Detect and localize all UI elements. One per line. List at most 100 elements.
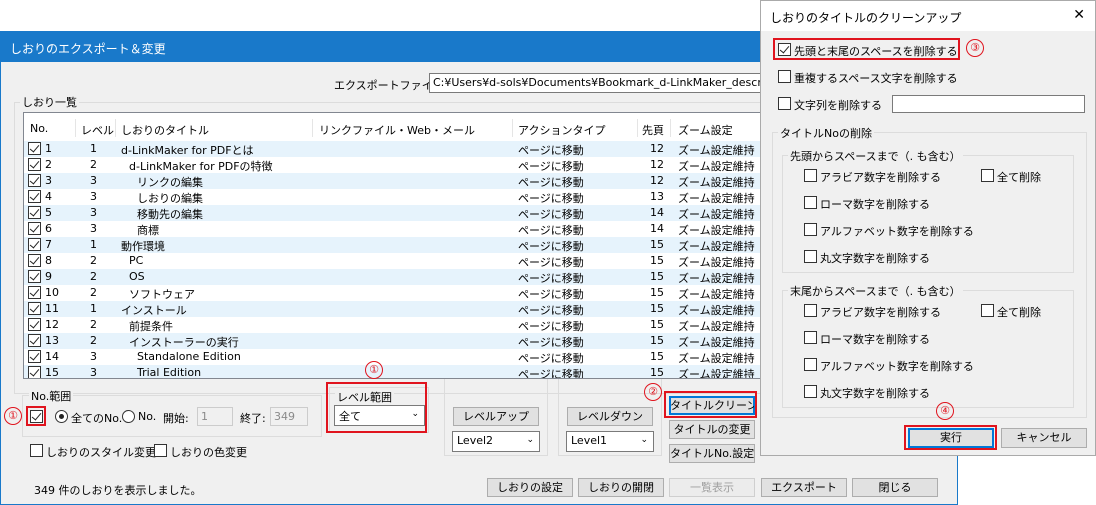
- tail-circled-label: 丸文字数字を削除する: [820, 387, 930, 400]
- bookmark-settings-button[interactable]: しおりの設定: [487, 478, 573, 497]
- remove-string-checkbox[interactable]: [778, 97, 791, 110]
- cell-zoom: ズーム設定維持: [678, 144, 755, 157]
- row-checkbox[interactable]: [28, 366, 41, 378]
- cell-action: ページに移動: [518, 272, 584, 285]
- table-row[interactable]: 12 2 前提条件 ページに移動 15 ズーム設定維持: [24, 317, 767, 333]
- row-checkbox[interactable]: [28, 254, 41, 267]
- row-checkbox[interactable]: [28, 190, 41, 203]
- table-row[interactable]: 9 2 OS ページに移動 15 ズーム設定維持: [24, 269, 767, 285]
- table-row[interactable]: 2 2 d-LinkMaker for PDFの特徴 ページに移動 12 ズーム設定維持: [24, 157, 767, 173]
- cell-level: 3: [90, 350, 97, 363]
- table-row[interactable]: 13 2 インストーラーの実行 ページに移動 15 ズーム設定維持: [24, 333, 767, 349]
- col-header-zoom[interactable]: ズーム設定: [678, 122, 733, 138]
- row-checkbox[interactable]: [28, 142, 41, 155]
- level-down-select[interactable]: Level1 ⌄: [566, 431, 654, 452]
- cell-level: 2: [90, 318, 97, 331]
- color-change-checkbox[interactable]: [154, 444, 167, 457]
- title-change-button[interactable]: タイトルの変更: [669, 420, 755, 439]
- row-checkbox[interactable]: [28, 286, 41, 299]
- tail-alpha-checkbox[interactable]: [804, 358, 817, 371]
- cell-action: ページに移動: [518, 160, 584, 173]
- cancel-button[interactable]: キャンセル: [1001, 428, 1087, 448]
- col-header-level[interactable]: レベル: [81, 122, 114, 138]
- annotation-marker-1b: ①: [365, 361, 383, 379]
- col-header-title[interactable]: しおりのタイトル: [121, 122, 209, 138]
- col-header-no[interactable]: No.: [30, 122, 48, 135]
- table-row[interactable]: 6 3 商標 ページに移動 14 ズーム設定維持: [24, 221, 767, 237]
- row-checkbox[interactable]: [28, 302, 41, 315]
- title-no-set-button[interactable]: タイトルNo.設定: [669, 444, 755, 463]
- cell-action: ページに移動: [518, 368, 584, 379]
- cell-level: 2: [90, 158, 97, 171]
- row-checkbox[interactable]: [28, 318, 41, 331]
- row-checkbox[interactable]: [28, 174, 41, 187]
- table-row[interactable]: 14 3 Standalone Edition ページに移動 15 ズーム設定維持: [24, 349, 767, 365]
- all-no-radio[interactable]: [55, 410, 68, 423]
- cell-zoom: ズーム設定維持: [678, 368, 755, 379]
- table-row[interactable]: 5 3 移動先の編集 ページに移動 14 ズーム設定維持: [24, 205, 767, 221]
- title-cleanup-dialog: しおりのタイトルのクリーンアップ ✕ 先頭と末尾のスペースを削除する 重複するス…: [760, 0, 1096, 456]
- row-checkbox[interactable]: [28, 222, 41, 235]
- export-file-input[interactable]: C:¥Users¥d-sols¥Documents¥Bookmark_d-Lin…: [429, 73, 769, 93]
- cell-no: 2: [45, 158, 52, 171]
- row-checkbox[interactable]: [28, 334, 41, 347]
- color-change-label: しおりの色変更: [170, 446, 247, 459]
- bookmark-list-label: しおり一覧: [20, 94, 79, 110]
- row-checkbox[interactable]: [28, 238, 41, 251]
- head-roman-checkbox[interactable]: [804, 196, 817, 209]
- head-all-label: 全て削除: [997, 171, 1041, 184]
- table-row[interactable]: 1 1 d-LinkMaker for PDFとは ページに移動 12 ズーム設定維持: [24, 141, 767, 157]
- table-row[interactable]: 3 3 リンクの編集 ページに移動 12 ズーム設定維持: [24, 173, 767, 189]
- row-checkbox[interactable]: [28, 270, 41, 283]
- level-up-select[interactable]: Level2 ⌄: [452, 431, 540, 452]
- table-row[interactable]: 7 1 動作環境 ページに移動 15 ズーム設定維持: [24, 237, 767, 253]
- dup-spaces-checkbox[interactable]: [778, 70, 791, 83]
- chevron-down-icon: ⌄: [526, 435, 534, 445]
- tail-arabic-checkbox[interactable]: [804, 304, 817, 317]
- no-radio[interactable]: [122, 410, 135, 423]
- remove-string-input[interactable]: [892, 95, 1085, 113]
- level-up-button[interactable]: レベルアップ: [453, 407, 539, 426]
- cell-level: 3: [90, 222, 97, 235]
- tail-all-checkbox[interactable]: [981, 304, 994, 317]
- head-alpha-checkbox[interactable]: [804, 223, 817, 236]
- table-row[interactable]: 11 1 インストール ページに移動 15 ズーム設定維持: [24, 301, 767, 317]
- list-header: No. レベル しおりのタイトル リンクファイル・Web・メール アクションタイ…: [24, 113, 767, 141]
- close-icon[interactable]: ✕: [1073, 7, 1085, 23]
- end-input[interactable]: 349: [270, 407, 308, 426]
- tail-circled-checkbox[interactable]: [804, 385, 817, 398]
- col-header-page[interactable]: 先頁: [642, 122, 664, 138]
- table-row[interactable]: 15 3 Trial Edition ページに移動 15 ズーム設定維持: [24, 365, 767, 379]
- cell-title: リンクの編集: [137, 176, 203, 189]
- row-checkbox[interactable]: [28, 350, 41, 363]
- cell-level: 1: [90, 302, 97, 315]
- table-row[interactable]: 10 2 ソフトウェア ページに移動 15 ズーム設定維持: [24, 285, 767, 301]
- cell-level: 3: [90, 366, 97, 379]
- bookmark-open-close-button[interactable]: しおりの開閉: [578, 478, 664, 497]
- dup-spaces-label: 重複するスペース文字を削除する: [794, 72, 958, 85]
- cell-no: 14: [45, 350, 59, 363]
- close-button[interactable]: 閉じる: [852, 478, 938, 497]
- row-checkbox[interactable]: [28, 206, 41, 219]
- head-all-checkbox[interactable]: [981, 169, 994, 182]
- cell-page: 13: [650, 190, 664, 203]
- bookmark-list[interactable]: No. レベル しおりのタイトル リンクファイル・Web・メール アクションタイ…: [23, 112, 768, 379]
- head-arabic-checkbox[interactable]: [804, 169, 817, 182]
- level-down-button[interactable]: レベルダウン: [567, 407, 653, 426]
- col-header-action[interactable]: アクションタイプ: [518, 122, 605, 138]
- export-button[interactable]: エクスポート: [761, 478, 847, 497]
- style-change-checkbox[interactable]: [30, 444, 43, 457]
- col-header-link[interactable]: リンクファイル・Web・メール: [319, 122, 475, 138]
- cell-title: d-LinkMaker for PDFの特徴: [129, 160, 273, 173]
- row-checkbox[interactable]: [28, 158, 41, 171]
- cell-action: ページに移動: [518, 256, 584, 269]
- table-row[interactable]: 4 3 しおりの編集 ページに移動 13 ズーム設定維持: [24, 189, 767, 205]
- tail-roman-checkbox[interactable]: [804, 331, 817, 344]
- cell-title: 移動先の編集: [137, 208, 203, 221]
- start-input[interactable]: 1: [197, 407, 233, 426]
- head-circled-checkbox[interactable]: [804, 250, 817, 263]
- tail-roman-label: ローマ数字を削除する: [820, 333, 930, 346]
- table-row[interactable]: 8 2 PC ページに移動 15 ズーム設定維持: [24, 253, 767, 269]
- cell-level: 1: [90, 238, 97, 251]
- list-view-button[interactable]: 一覧表示: [669, 478, 755, 497]
